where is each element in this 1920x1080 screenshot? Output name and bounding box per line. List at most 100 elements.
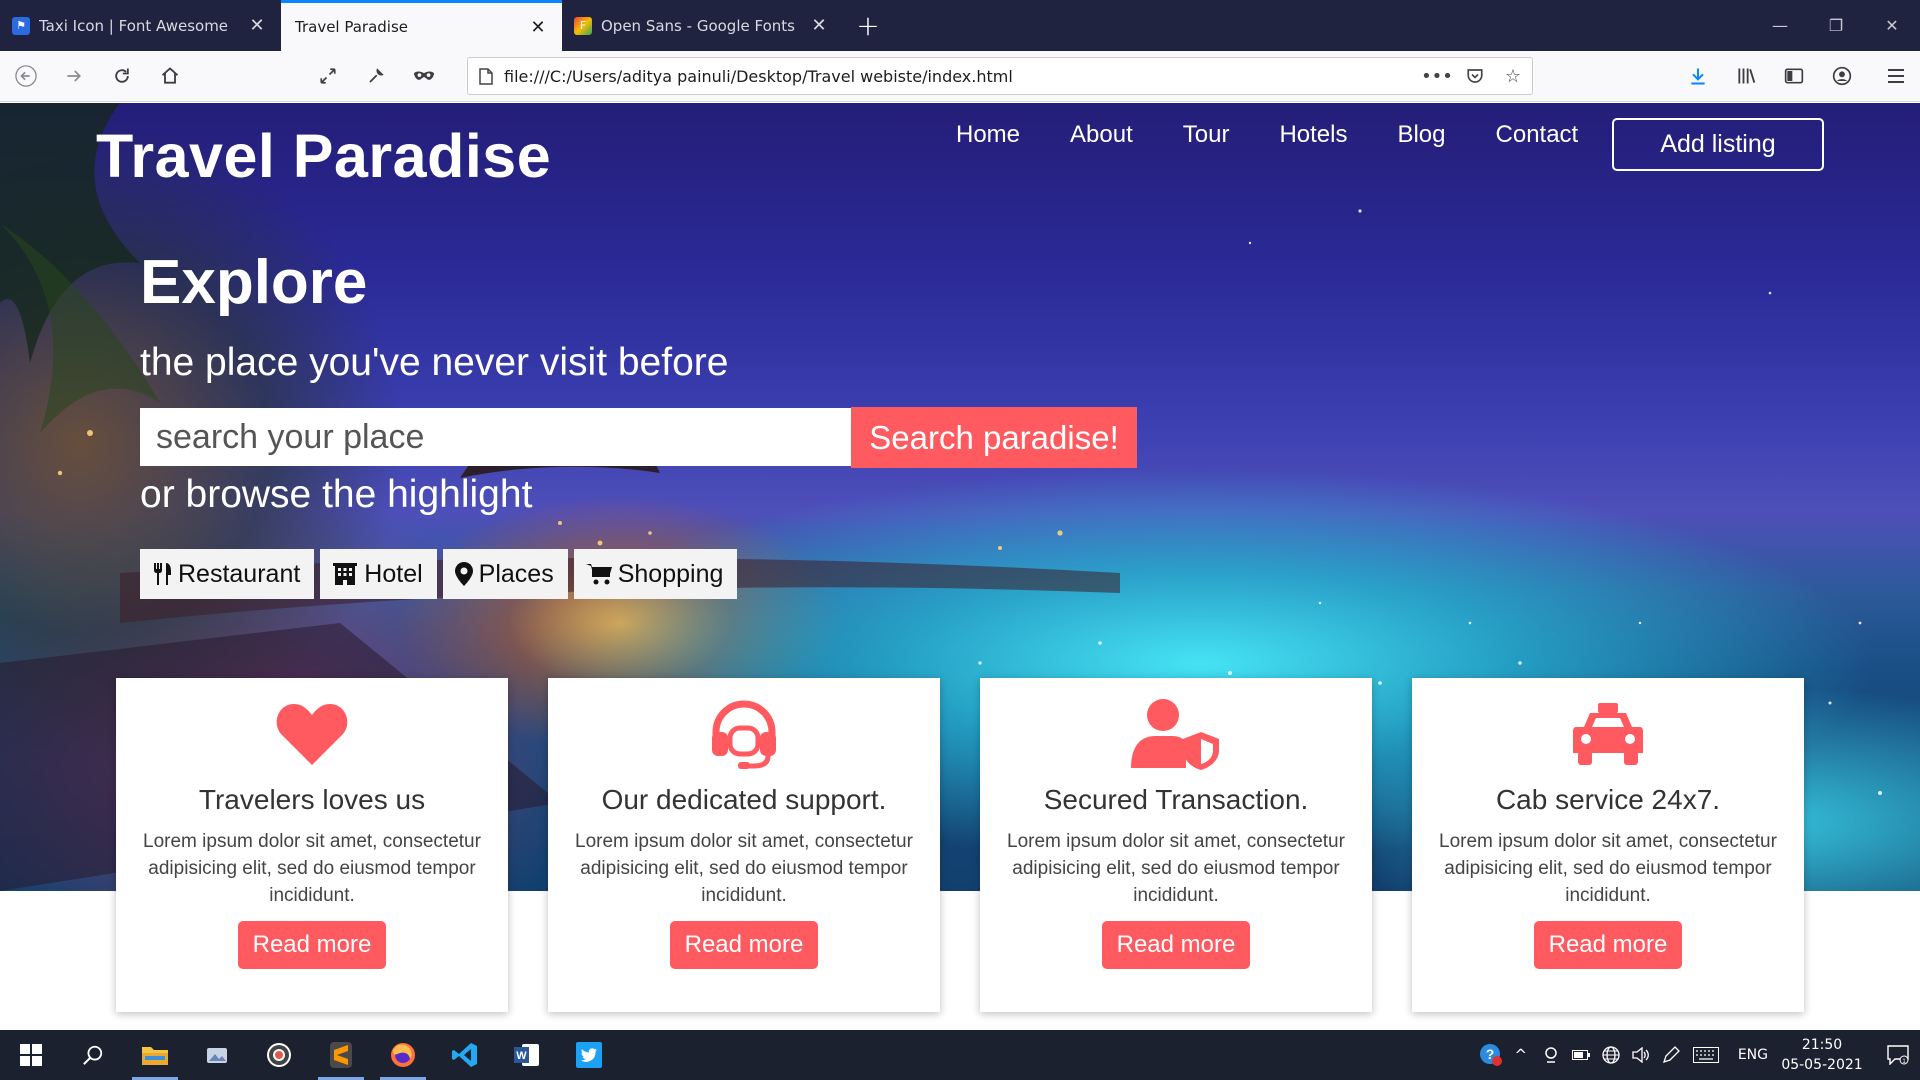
card-text: Lorem ipsum dolor sit amet, consectetur … [143,831,481,906]
add-listing-button[interactable]: Add listing [1612,118,1824,171]
tab-title: Open Sans - Google Fonts [601,16,795,35]
window-controls: — ❐ ✕ [1752,0,1920,51]
card-title: Cab service 24x7. [1495,784,1721,815]
tab-font-awesome[interactable]: ⚑ Taxi Icon | Font Awesome ✕ [0,0,281,51]
category-places-button[interactable]: Places [442,549,568,599]
reload-icon[interactable] [98,56,146,96]
forward-icon[interactable] [50,56,98,96]
brand-logo[interactable]: Travel Paradise [96,121,551,191]
heart-icon [275,698,349,770]
twitter-icon[interactable] [558,1030,620,1080]
word-icon[interactable]: W [496,1030,558,1080]
battery-icon[interactable] [1566,1050,1596,1060]
url-text[interactable]: file:///C:/Users/aditya painuli/Desktop/… [504,67,1418,86]
category-label: Shopping [617,559,724,588]
feature-cards: Travelers loves us Lorem ipsum dolor sit… [116,678,1804,1012]
vscode-icon[interactable] [434,1030,496,1080]
close-tab-icon[interactable]: ✕ [807,15,831,36]
close-tab-icon[interactable]: ✕ [526,17,550,38]
read-more-button[interactable]: Read more [1101,921,1251,969]
chevron-up-icon[interactable]: ^ [1506,1046,1536,1064]
downloads-icon[interactable] [1674,56,1722,96]
keyboard-icon[interactable] [1686,1047,1726,1063]
library-icon[interactable] [1722,56,1770,96]
developer-tools-icon[interactable] [352,56,400,96]
nav-hotels[interactable]: Hotels [1279,121,1347,149]
start-icon[interactable] [0,1030,62,1080]
page-viewport: Travel Paradise Home About Tour Hotels B… [0,103,1920,1030]
account-icon[interactable] [1818,56,1866,96]
search-button[interactable]: Search paradise! [851,407,1137,468]
language-indicator[interactable]: ENG [1738,1047,1768,1063]
pocket-icon[interactable] [1456,67,1494,85]
card-title: Travelers loves us [198,784,426,815]
notifications-icon[interactable]: 1 [1876,1045,1920,1065]
volume-icon[interactable] [1626,1047,1656,1063]
search-icon[interactable] [62,1030,124,1080]
nav-contact[interactable]: Contact [1496,121,1579,149]
hero-subtitle: the place you've never visit before [140,341,729,384]
category-label: Hotel [364,559,423,588]
bookmark-star-icon[interactable]: ☆ [1494,66,1532,87]
tab-title: Taxi Icon | Font Awesome [39,16,229,35]
font-awesome-favicon-icon: ⚑ [12,16,30,35]
restore-icon[interactable]: ❐ [1808,0,1864,51]
hero-title: Explore [140,248,368,317]
card-title: Our dedicated support. [601,784,887,815]
chrome-icon[interactable] [248,1030,310,1080]
network-globe-icon[interactable] [1596,1046,1626,1064]
pen-icon[interactable] [1656,1046,1686,1064]
close-tab-icon[interactable]: ✕ [245,15,269,36]
card-text: Lorem ipsum dolor sit amet, consectetur … [1439,831,1777,906]
help-icon[interactable]: ? [1476,1043,1506,1067]
minimize-icon[interactable]: — [1752,0,1808,51]
fullscreen-icon[interactable] [304,56,352,96]
tab-title: Travel Paradise [295,18,409,36]
firefox-icon[interactable] [372,1030,434,1080]
close-window-icon[interactable]: ✕ [1864,0,1920,51]
read-more-button[interactable]: Read more [237,921,387,969]
feature-card: Our dedicated support. Lorem ipsum dolor… [548,678,940,1012]
headset-icon [708,698,780,770]
menu-icon[interactable] [1872,56,1920,96]
category-hotel-button[interactable]: Hotel [320,549,437,599]
private-mask-icon[interactable] [400,56,448,96]
category-shopping-button[interactable]: Shopping [573,549,738,599]
nav-home[interactable]: Home [956,121,1020,149]
file-explorer-icon[interactable] [124,1030,186,1080]
system-tray: ? ^ ENG 21:50 05-05-2021 1 [1476,1030,1920,1080]
nav-tour[interactable]: Tour [1183,121,1230,149]
card-title: Secured Transaction. [1043,784,1309,815]
back-icon[interactable] [2,56,50,96]
category-label: Restaurant [178,559,301,588]
search-input[interactable]: search your place [140,408,851,466]
browser-toolbar: file:///C:/Users/aditya painuli/Desktop/… [0,51,1920,102]
google-fonts-favicon-icon: F [574,16,592,35]
nav-blog[interactable]: Blog [1397,121,1445,149]
photos-icon[interactable] [186,1030,248,1080]
read-more-button[interactable]: Read more [1533,921,1683,969]
clock-time: 21:50 [1801,1037,1843,1053]
feature-card: Secured Transaction. Lorem ipsum dolor s… [980,678,1372,1012]
read-more-button[interactable]: Read more [669,921,819,969]
home-icon[interactable] [146,56,194,96]
windows-taskbar: W ? ^ ENG 21:50 05-05-2021 1 [0,1030,1920,1080]
nav-about[interactable]: About [1070,121,1133,149]
new-tab-button[interactable]: + [843,0,893,51]
tab-travel-paradise[interactable]: Travel Paradise ✕ [281,0,562,51]
browser-tab-bar: ⚑ Taxi Icon | Font Awesome ✕ Travel Para… [0,0,1920,51]
address-bar[interactable]: file:///C:/Users/aditya painuli/Desktop/… [467,57,1533,95]
utensils-icon [154,563,171,585]
sublime-text-icon[interactable] [310,1030,372,1080]
page-actions-icon[interactable]: ••• [1418,66,1456,87]
camera-icon[interactable] [1536,1047,1566,1063]
sidebar-icon[interactable] [1770,56,1818,96]
browse-text: or browse the highlight [140,473,533,516]
page-icon [468,67,504,85]
category-buttons: Restaurant Hotel Places Shopping [140,549,738,599]
clock[interactable]: 21:50 05-05-2021 [1780,1035,1864,1075]
tab-google-fonts[interactable]: F Open Sans - Google Fonts ✕ [562,0,843,51]
category-restaurant-button[interactable]: Restaurant [140,549,315,599]
hotel-icon [333,563,358,585]
svg-text:W: W [516,1050,527,1062]
